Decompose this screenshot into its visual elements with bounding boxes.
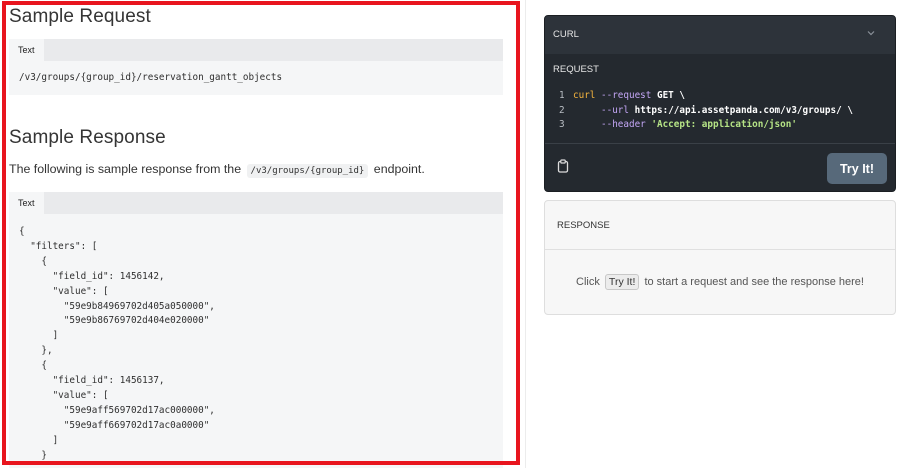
codeblock-tab-bar: Text: [9, 192, 503, 214]
curl-panel-footer: Try It!: [545, 143, 895, 191]
response-placeholder-message: Click Try It! to start a request and see…: [545, 274, 895, 290]
curl-code: 1 curl --request GET \ 2 --url https://ap…: [559, 90, 853, 134]
sample-response-heading: Sample Response: [9, 127, 166, 148]
response-panel: RESPONSE Click Try It! to start a reques…: [544, 200, 896, 315]
code-line: 2 --url https://api.assetpanda.com/v3/gr…: [559, 105, 853, 120]
response-panel-header: RESPONSE: [545, 201, 895, 250]
code-continuation: \: [847, 104, 853, 116]
codeblock-tab-bar: Text: [9, 39, 503, 61]
curl-panel-title: CURL: [553, 29, 579, 40]
code-argument: https://api.assetpanda.com/v3/groups/: [634, 104, 842, 116]
code-line: 1 curl --request GET \: [559, 90, 853, 105]
sample-request-heading: Sample Request: [9, 6, 151, 27]
code-continuation: \: [679, 90, 685, 101]
code-flag: --header: [601, 119, 646, 130]
sample-response-code: { "filters": [ { "field_id": 1456142, "v…: [19, 226, 215, 461]
try-it-button[interactable]: Try It!: [827, 153, 887, 184]
sample-response-codeblock: Text { "filters": [ { "field_id": 145614…: [9, 192, 503, 468]
code-flag: --request: [601, 90, 652, 101]
line-number: 3: [559, 119, 565, 130]
documentation-content: Sample Request Text /v3/groups/{group_id…: [0, 0, 522, 468]
codeblock-tab-text[interactable]: Text: [9, 192, 44, 214]
line-number: 2: [559, 104, 565, 116]
response-message-before: Click: [576, 276, 600, 288]
line-number: 1: [559, 90, 565, 101]
code-line: 3 --header 'Accept: application/json': [559, 119, 853, 134]
code-string: 'Accept: application/json': [651, 119, 797, 130]
request-label: REQUEST: [553, 64, 599, 75]
description-inline-code: /v3/groups/{group_id}: [246, 164, 369, 178]
codeblock-tab-text[interactable]: Text: [9, 39, 44, 61]
curl-panel-header[interactable]: CURL: [545, 16, 895, 54]
description-text-before: The following is sample response from th…: [9, 162, 242, 176]
code-flag: --url: [601, 104, 629, 116]
sample-response-description: The following is sample response from th…: [9, 162, 425, 178]
column-divider: [525, 0, 526, 468]
sample-request-codeblock: Text /v3/groups/{group_id}/reservation_g…: [9, 39, 503, 95]
code-command: curl: [573, 90, 596, 101]
code-argument: GET: [656, 90, 674, 101]
description-text-after: endpoint.: [373, 162, 425, 176]
clipboard-icon[interactable]: [557, 159, 569, 173]
sample-request-code: /v3/groups/{group_id}/reservation_gantt_…: [19, 72, 283, 83]
curl-panel: CURL REQUEST 1 curl --request GET \ 2 --u…: [544, 15, 896, 192]
response-message-after: to start a request and see the response …: [644, 276, 864, 288]
try-it-inline-badge: Try It!: [604, 274, 640, 290]
chevron-down-icon[interactable]: [867, 28, 875, 39]
response-panel-title: RESPONSE: [557, 220, 610, 231]
